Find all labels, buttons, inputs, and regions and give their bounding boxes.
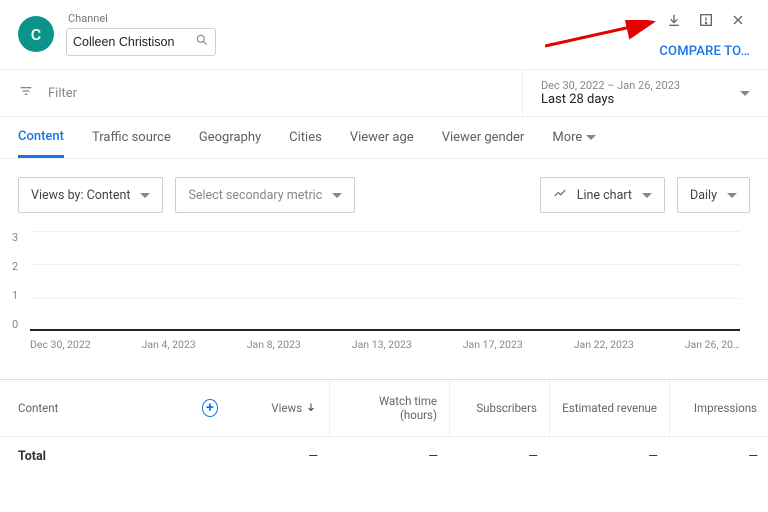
line-chart-icon <box>553 186 567 204</box>
feedback-icon[interactable] <box>698 12 714 32</box>
tab-more[interactable]: More <box>552 117 596 158</box>
tab-viewer-gender[interactable]: Viewer gender <box>442 117 525 158</box>
tab-viewer-age[interactable]: Viewer age <box>350 117 414 158</box>
col-views-label: Views <box>271 401 302 415</box>
col-revenue[interactable]: Estimated revenue <box>550 380 670 436</box>
tab-content[interactable]: Content <box>18 117 64 158</box>
col-watch-time[interactable]: Watch time (hours) <box>330 380 450 436</box>
chart-type-label: Line chart <box>577 188 632 203</box>
granularity-label: Daily <box>690 188 717 203</box>
filter-placeholder[interactable]: Filter <box>48 86 77 101</box>
granularity-dropdown[interactable]: Daily <box>677 177 750 213</box>
secondary-metric-dropdown[interactable]: Select secondary metric <box>175 177 355 213</box>
secondary-metric-label: Select secondary metric <box>188 188 322 203</box>
cell-subscribers: — <box>450 449 550 464</box>
views-by-dropdown[interactable]: Views by: Content <box>18 177 163 213</box>
cell-watch-time: — <box>330 449 450 464</box>
filter-icon[interactable] <box>18 83 34 103</box>
tab-traffic-source[interactable]: Traffic source <box>92 117 171 158</box>
date-range-picker[interactable]: Dec 30, 2022 – Jan 26, 2023 Last 28 days <box>522 70 750 116</box>
chevron-down-icon <box>642 193 652 198</box>
chevron-down-icon <box>740 91 750 96</box>
chart-area: 3 2 1 0 Dec 30, 2022 Jan 4, 2023 Jan 8, … <box>0 231 768 351</box>
chevron-down-icon <box>727 193 737 198</box>
col-impressions[interactable]: Impressions <box>670 380 768 436</box>
channel-avatar[interactable]: C <box>18 16 54 52</box>
channel-search-input[interactable] <box>73 35 195 49</box>
add-column-button[interactable]: + <box>202 399 218 417</box>
chevron-down-icon <box>586 135 596 140</box>
close-icon[interactable] <box>730 12 746 32</box>
plot-area[interactable] <box>30 231 740 331</box>
x-axis-labels: Dec 30, 2022 Jan 4, 2023 Jan 8, 2023 Jan… <box>30 338 740 351</box>
table-row: Total — — — — — <box>0 436 768 476</box>
cell-views: — <box>230 449 330 464</box>
tab-geography[interactable]: Geography <box>199 117 261 158</box>
date-range-text: Dec 30, 2022 – Jan 26, 2023 <box>541 79 680 92</box>
chart-baseline <box>30 329 740 331</box>
tab-more-label: More <box>552 130 582 145</box>
chevron-down-icon <box>332 193 342 198</box>
tabs: Content Traffic source Geography Cities … <box>0 117 768 159</box>
data-table: Content + Views Watch time (hours) Subsc… <box>0 379 768 476</box>
views-by-label: Views by: Content <box>31 188 130 203</box>
chart-type-dropdown[interactable]: Line chart <box>540 177 665 213</box>
table-header: Content + Views Watch time (hours) Subsc… <box>0 380 768 436</box>
col-content[interactable]: Content <box>0 380 190 436</box>
cell-impressions: — <box>670 449 768 464</box>
y-axis-labels: 3 2 1 0 <box>12 231 18 331</box>
chevron-down-icon <box>140 193 150 198</box>
channel-search-wrap[interactable] <box>66 28 216 56</box>
col-subscribers[interactable]: Subscribers <box>450 380 550 436</box>
sort-down-icon <box>305 401 317 416</box>
date-preset-text: Last 28 days <box>541 92 680 107</box>
channel-label: Channel <box>68 12 216 25</box>
row-label: Total <box>0 449 190 464</box>
search-icon <box>195 33 209 51</box>
tab-cities[interactable]: Cities <box>289 117 322 158</box>
download-icon[interactable] <box>666 12 682 32</box>
compare-button[interactable]: COMPARE TO… <box>659 44 750 59</box>
col-views[interactable]: Views <box>230 380 330 436</box>
cell-revenue: — <box>550 449 670 464</box>
